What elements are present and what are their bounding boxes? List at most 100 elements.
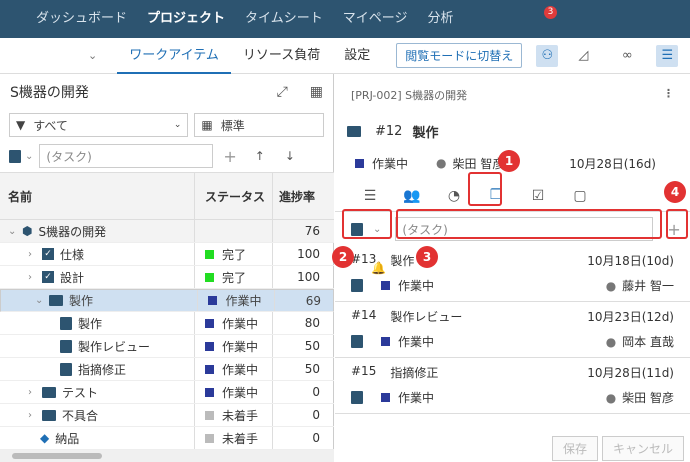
table-row[interactable]: 指摘修正 作業中 50	[0, 358, 334, 381]
card-assignee: 柴田 智彦	[622, 391, 674, 405]
table-row[interactable]: 製作レビュー 作業中 50	[0, 335, 334, 358]
row-status: 未着手	[222, 431, 259, 446]
status-working-icon	[205, 364, 214, 374]
expand-icon[interactable]: ⤢	[277, 84, 288, 100]
status-working-icon	[205, 341, 214, 351]
subitem-card[interactable]: #15 指摘修正 10月28日(11d) 作業中 ● 柴田 智彦	[335, 358, 690, 414]
status-working-icon	[381, 393, 390, 402]
nav-tab-mypage[interactable]: マイページ	[333, 0, 418, 38]
nav-tab-dashboard[interactable]: ダッシュボード	[26, 0, 137, 38]
chevron-right-icon[interactable]: ›	[28, 272, 42, 283]
arrow-up-icon[interactable]: ↑	[255, 149, 265, 163]
project-title: S機器の開発	[10, 85, 89, 101]
view-select[interactable]: ▦ 標準	[194, 113, 324, 137]
chart-icon[interactable]: ◿	[572, 45, 594, 67]
status-todo-icon	[205, 433, 214, 443]
card-title: 製作	[390, 254, 415, 268]
cancel-button[interactable]: キャンセル	[602, 436, 685, 461]
folder-icon	[49, 295, 63, 306]
checklist-tab-icon[interactable]: ☑	[517, 181, 559, 211]
table-row[interactable]: ◆ 納品 未着手 0	[0, 427, 334, 450]
task-type-icon[interactable]	[9, 149, 21, 163]
horizontal-scrollbar[interactable]	[0, 450, 334, 462]
status-todo-icon	[205, 410, 214, 420]
card-id: #15	[351, 364, 377, 378]
list-icon[interactable]: ☰	[656, 44, 679, 67]
chevron-down-icon[interactable]: ⌄	[35, 295, 49, 306]
table-row-selected[interactable]: ⌄ 製作 作業中 69	[0, 289, 334, 312]
card-status: 作業中	[398, 335, 435, 349]
breadcrumb-text: [PRJ-002] S機器の開発	[351, 89, 468, 102]
nav-tab-project[interactable]: プロジェクト	[137, 0, 235, 38]
add-icon[interactable]: +	[223, 147, 236, 166]
column-header-status[interactable]: ステータス	[194, 173, 272, 219]
table-row[interactable]: › 不具合 未着手 0	[0, 404, 334, 427]
subitem-card[interactable]: #14 製作レビュー 10月23日(12d) 作業中 ● 岡本 直哉	[335, 302, 690, 358]
nav-tab-analysis[interactable]: 分析	[418, 0, 464, 38]
item-status[interactable]: 作業中	[372, 155, 408, 172]
table-row[interactable]: › ✓ 設計 完了 100	[0, 266, 334, 289]
item-title-row: #12 製作	[335, 116, 690, 146]
item-title[interactable]: 製作	[412, 122, 438, 141]
filter-select[interactable]: ▼ すべて ⌄	[9, 113, 189, 137]
more-icon[interactable]: ⋮	[663, 87, 674, 103]
tab-resource-load[interactable]: リソース負荷	[231, 38, 332, 74]
status-done-icon	[205, 249, 214, 259]
table-row[interactable]: ⌄ ⬢ S機器の開発 76	[0, 220, 334, 243]
card-date: 10月18日(10d)	[587, 254, 674, 268]
project-icon: ⬢	[22, 224, 33, 238]
callout-box-subitems-tab	[468, 172, 502, 206]
hierarchy-icon[interactable]: ⚇	[536, 44, 559, 67]
row-progress: 80	[272, 312, 326, 334]
table-row[interactable]: › テスト 作業中 0	[0, 381, 334, 404]
row-name: 指摘修正	[78, 362, 127, 377]
scrollbar-thumb[interactable]	[12, 453, 102, 459]
table-row[interactable]: › ✓ 仕様 完了 100	[0, 243, 334, 266]
row-name: テスト	[62, 385, 99, 400]
card-id: #13	[351, 252, 377, 266]
comments-tab-icon[interactable]: ▢	[559, 181, 601, 211]
task-icon	[60, 316, 72, 330]
breadcrumb: [PRJ-002] S機器の開発 ⋮	[335, 74, 690, 116]
switch-view-mode-button[interactable]: 閲覧モードに切替え	[396, 43, 523, 68]
callout-box-task-type	[342, 209, 392, 239]
tab-settings[interactable]: 設定	[332, 38, 382, 74]
row-status: 作業中	[222, 385, 259, 400]
card-id: #14	[351, 308, 377, 322]
status-working-icon	[355, 158, 364, 168]
glasses-icon[interactable]: ∞	[616, 45, 638, 67]
item-assignee[interactable]: 柴田 智彦	[453, 155, 505, 172]
table-row[interactable]: 製作 作業中 80	[0, 312, 334, 335]
chevron-down-icon[interactable]: ⌄	[88, 49, 97, 62]
chevron-right-icon[interactable]: ›	[28, 249, 42, 260]
arrow-down-icon[interactable]: ↓	[285, 149, 295, 163]
status-working-icon	[205, 387, 214, 397]
filter-icon: ▼	[16, 118, 26, 132]
status-working-icon	[208, 296, 218, 305]
status-working-icon	[381, 281, 390, 290]
chevron-right-icon[interactable]: ›	[28, 387, 42, 398]
grid-header: 名前 ステータス 進捗率	[0, 172, 334, 220]
details-tab-icon[interactable]: ☰	[349, 181, 391, 211]
nav-tab-timesheet[interactable]: タイムシート	[235, 0, 333, 38]
chevron-down-icon[interactable]: ⌄	[25, 151, 33, 162]
members-tab-icon[interactable]: 👥	[391, 181, 433, 211]
callout-number-3: 3	[416, 246, 438, 268]
calendar-icon[interactable]: ▦	[310, 84, 323, 100]
card-title: 製作レビュー	[390, 310, 463, 324]
tab-workitems[interactable]: ワークアイテム	[117, 38, 231, 74]
card-title: 指摘修正	[390, 366, 439, 380]
save-button[interactable]: 保存	[552, 436, 599, 461]
column-header-progress[interactable]: 進捗率	[272, 173, 326, 219]
chevron-right-icon[interactable]: ›	[28, 410, 42, 421]
column-header-name[interactable]: 名前	[0, 188, 194, 205]
chevron-down-icon[interactable]: ⌄	[8, 226, 22, 237]
subitem-card[interactable]: #13 製作 10月18日(10d) 作業中 ● 藤井 智一	[335, 246, 690, 302]
row-status: 作業中	[222, 339, 259, 354]
task-icon	[351, 391, 363, 404]
item-date[interactable]: 10月28日(16d)	[569, 155, 656, 172]
status-done-icon	[205, 272, 214, 282]
row-progress: 69	[274, 290, 327, 311]
folder-icon	[42, 409, 56, 421]
task-name-input[interactable]: (タスク)	[39, 144, 214, 168]
